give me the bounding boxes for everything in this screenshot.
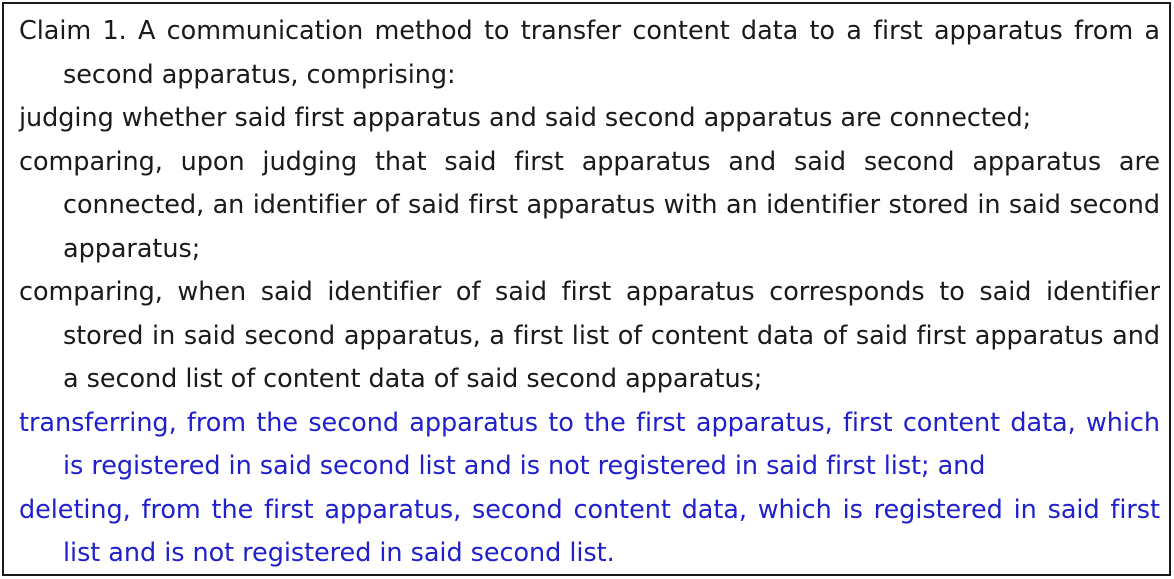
claim-text-box: Claim 1. A communication method to trans… bbox=[2, 2, 1171, 576]
claim-body: Claim 1. A communication method to trans… bbox=[19, 4, 1160, 574]
claim-paragraph-step-comparing-identifier: comparing, upon judging that said first … bbox=[19, 146, 1160, 264]
claim-paragraph-step-judging: judging whether said first apparatus and… bbox=[19, 103, 1032, 133]
claim-paragraph-step-transferring: transferring, from the second apparatus … bbox=[19, 407, 1160, 482]
claim-paragraph-step-comparing-lists: comparing, when said identifier of said … bbox=[19, 277, 1160, 394]
claim-paragraph-preamble: Claim 1. A communication method to trans… bbox=[19, 16, 1160, 90]
claim-paragraph-step-deleting: deleting, from the first apparatus, seco… bbox=[19, 494, 1160, 569]
